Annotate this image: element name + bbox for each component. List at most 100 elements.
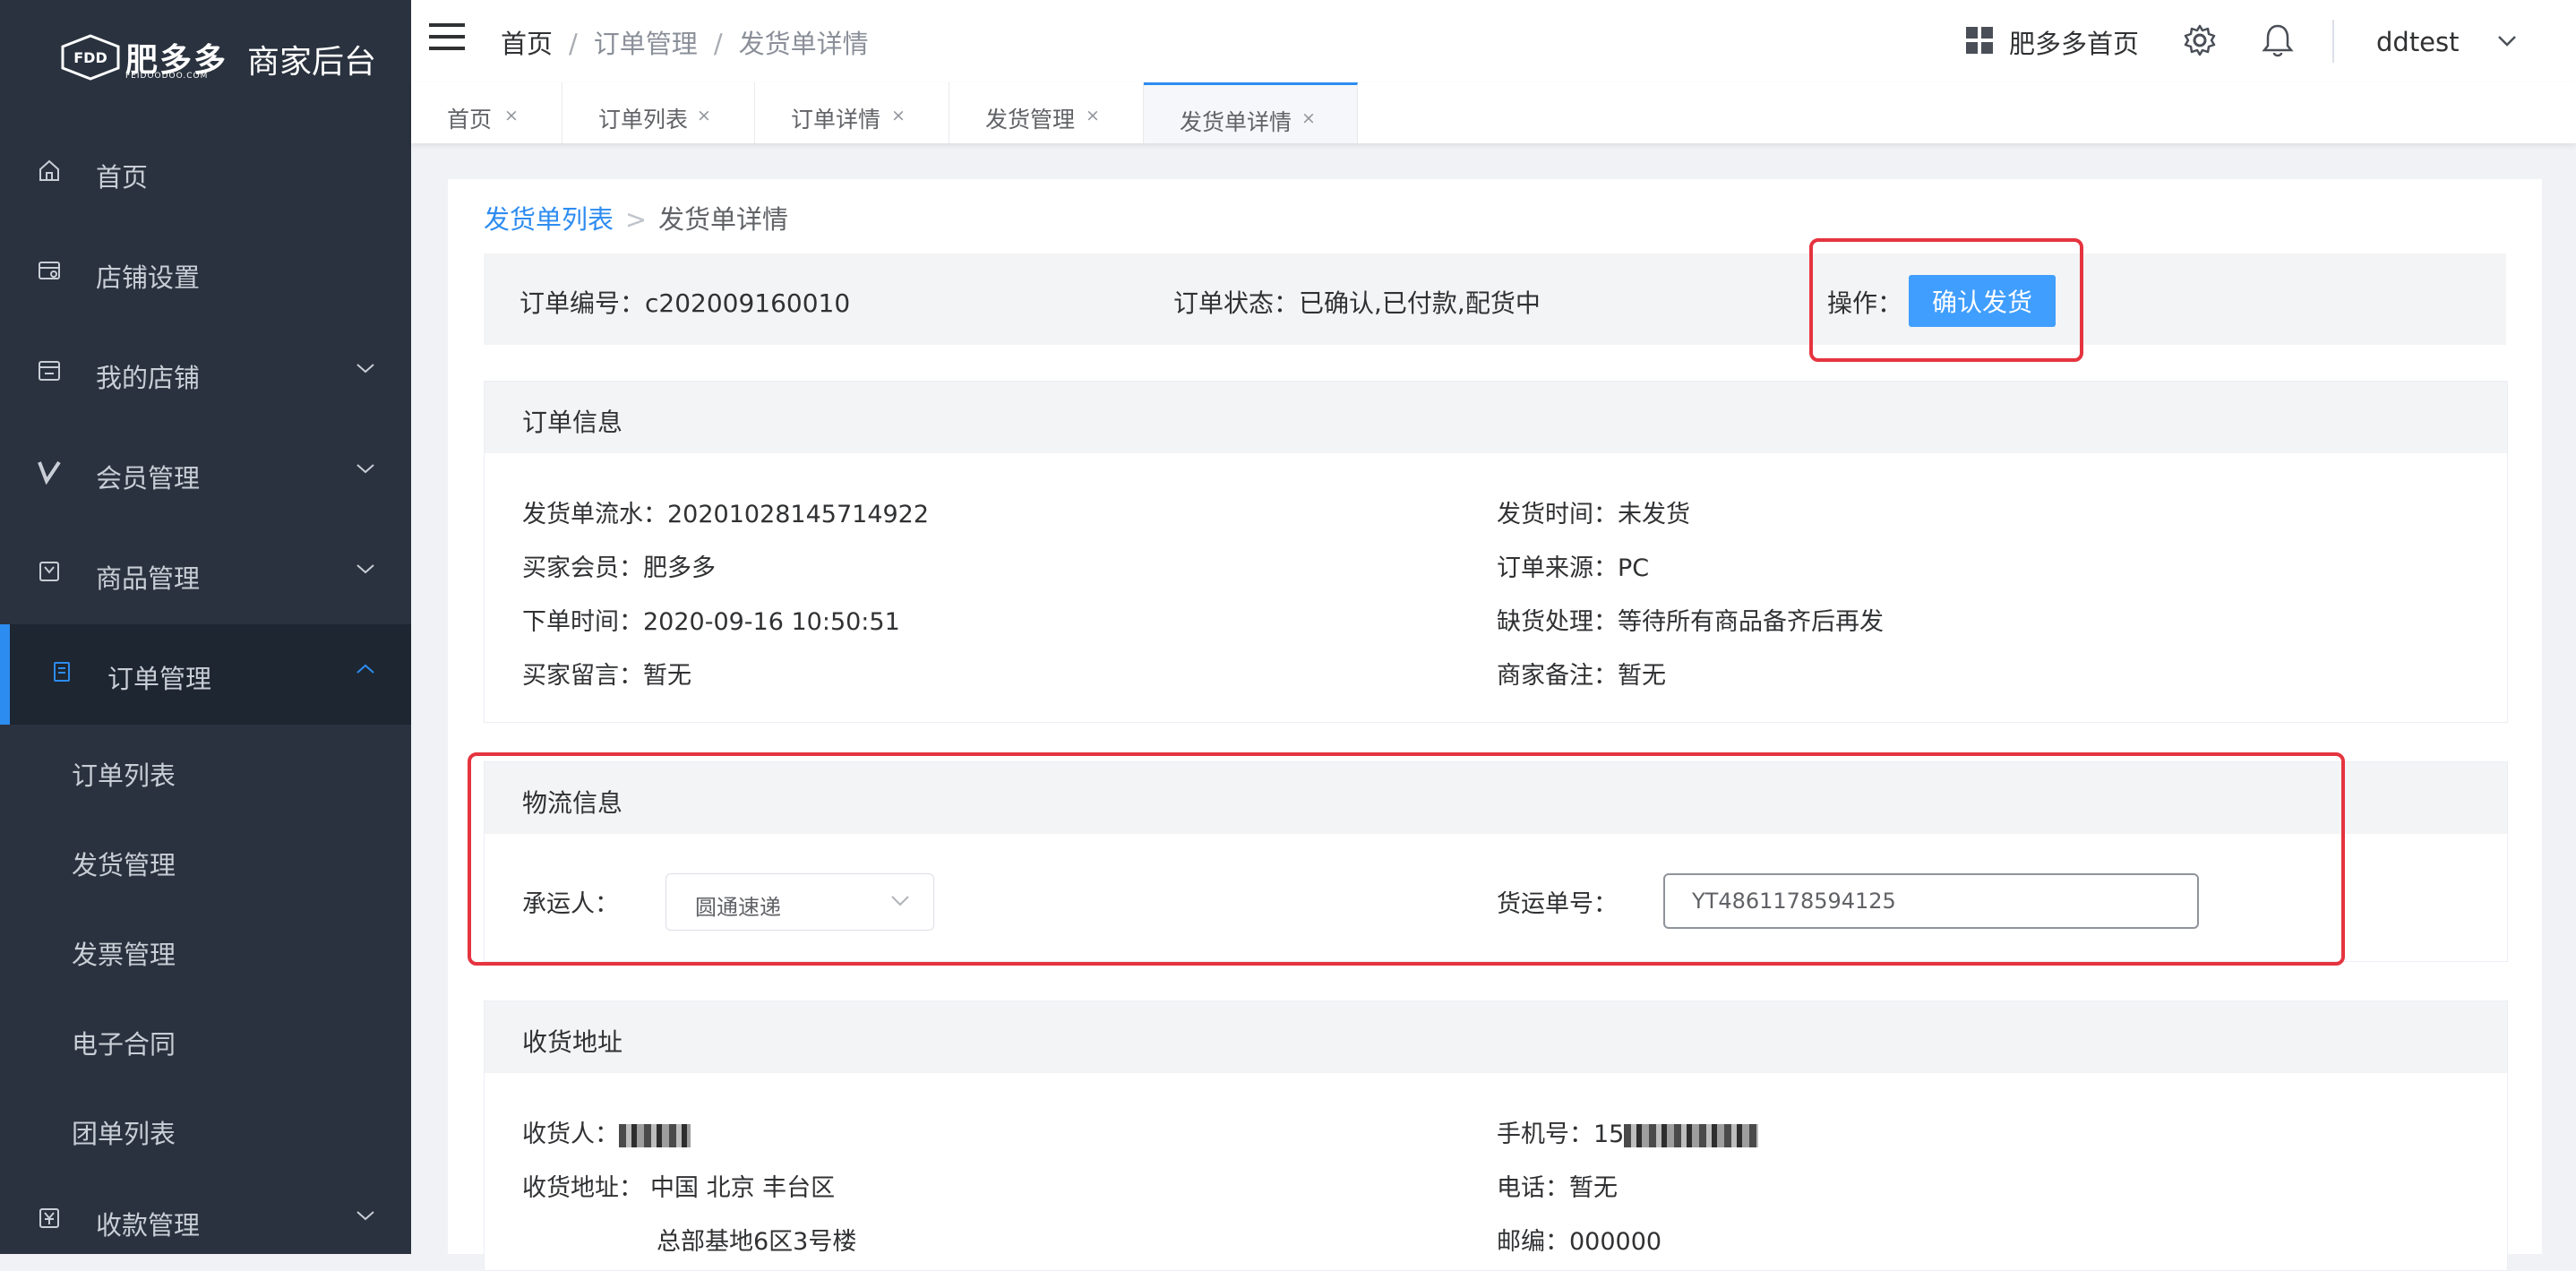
tab-shipping[interactable]: 发货管理 × <box>949 82 1144 143</box>
order-number: 订单编号：c202009160010 <box>519 288 851 318</box>
home-icon <box>39 159 59 181</box>
chevron-down-icon <box>356 1211 374 1221</box>
card-header: 收货地址 <box>485 1001 2507 1073</box>
logo-mark-icon: FDD <box>61 34 120 81</box>
field-merchant-note: 商家备注：暂无 <box>1497 662 1666 690</box>
logo[interactable]: FDD 肥多多 FEIDOODOO.COM 商家后台 <box>0 0 411 116</box>
crumb-current: 发货单详情 <box>658 204 789 235</box>
field-phone: 电话：暂无 <box>1497 1174 1618 1202</box>
tab-order-list[interactable]: 订单列表 × <box>562 82 755 143</box>
active-indicator <box>0 624 10 725</box>
sidebar-item-label: 店铺设置 <box>96 262 201 293</box>
sidebar-item-payments[interactable]: 收款管理 <box>0 1171 411 1271</box>
sidebar-subitem-invoice[interactable]: 发票管理 <box>0 904 411 993</box>
store-icon <box>39 262 60 279</box>
sidebar-item-label: 商品管理 <box>96 563 201 594</box>
address-card: 收货地址 收货人： 手机号：15 收货地址： 中国 北京 丰台区 电话：暂无 总部… <box>484 1000 2508 1271</box>
field-buyer: 买家会员：肥多多 <box>522 554 716 582</box>
field-buyer-message: 买家留言：暂无 <box>522 662 691 690</box>
tab-label: 订单详情 <box>791 107 881 133</box>
card-header: 订单信息 <box>485 382 2507 453</box>
sidebar-subitem-label: 订单列表 <box>72 760 176 791</box>
close-icon[interactable]: × <box>1301 108 1316 128</box>
field-shipment-serial: 发货单流水：20201028145714922 <box>522 501 930 528</box>
sidebar-subitem-order-list[interactable]: 订单列表 <box>0 725 411 814</box>
field-ship-time: 发货时间：未发货 <box>1497 501 1690 528</box>
sidebar-item-label: 首页 <box>96 162 149 193</box>
card-title: 订单信息 <box>522 408 623 437</box>
sidebar-subitem-group-orders[interactable]: 团单列表 <box>0 1083 411 1172</box>
sidebar-item-my-shop[interactable]: 我的店铺 <box>0 323 411 424</box>
chevron-right-icon: > <box>624 204 648 235</box>
top-header: 首页 / 订单管理 / 发货单详情 肥多多首页 ddtest <box>411 0 2576 83</box>
sidebar-item-store-settings[interactable]: 店铺设置 <box>0 223 411 323</box>
close-icon[interactable]: × <box>1086 106 1100 125</box>
highlight-box-action <box>1809 238 2083 362</box>
order-status: 订单状态：已确认,已付款,配货中 <box>1173 288 1541 318</box>
close-icon[interactable]: × <box>891 106 906 125</box>
sidebar-item-home[interactable]: 首页 <box>0 123 411 223</box>
svg-text:FDD: FDD <box>73 49 107 66</box>
highlight-box-logistics <box>468 752 2345 966</box>
sidebar-item-orders[interactable]: 订单管理 <box>0 624 411 725</box>
close-icon[interactable]: × <box>504 106 519 125</box>
chevron-up-icon <box>356 664 374 674</box>
sidebar-subitem-label: 电子合同 <box>72 1029 176 1060</box>
grid-icon[interactable] <box>1966 27 1993 54</box>
field-mobile: 手机号：15 <box>1497 1114 1759 1149</box>
header-actions: 肥多多首页 ddtest <box>411 0 2576 82</box>
site-home-link[interactable]: 肥多多首页 <box>2009 23 2139 61</box>
user-menu[interactable]: ddtest <box>2376 27 2460 57</box>
close-icon[interactable]: × <box>697 106 711 125</box>
tab-order-detail[interactable]: 订单详情 × <box>755 82 949 143</box>
field-order-source: 订单来源：PC <box>1497 554 1650 582</box>
tab-label: 发货单详情 <box>1180 109 1292 135</box>
redacted-mobile <box>1624 1123 1759 1147</box>
sidebar: FDD 肥多多 FEIDOODOO.COM 商家后台 首页 店铺设置 我的店铺 … <box>0 0 411 1254</box>
tab-label: 订单列表 <box>598 107 689 133</box>
sidebar-subitem-label: 发货管理 <box>72 850 176 880</box>
sidebar-subitem-label: 发票管理 <box>72 940 176 970</box>
sidebar-subitem-contract[interactable]: 电子合同 <box>0 993 411 1083</box>
order-status-bar: 订单编号：c202009160010 订单状态：已确认,已付款,配货中 操作： … <box>484 253 2506 345</box>
field-receiver: 收货人： <box>522 1114 691 1149</box>
goods-icon <box>39 562 59 581</box>
tab-label: 发货管理 <box>985 107 1076 133</box>
app-title: 商家后台 <box>247 44 377 81</box>
card-title: 收货地址 <box>522 1027 623 1057</box>
sidebar-subitem-label: 团单列表 <box>72 1119 176 1149</box>
chevron-down-icon <box>356 564 374 574</box>
crumb-shipment-list[interactable]: 发货单列表 <box>484 204 614 235</box>
field-order-time: 下单时间：2020-09-16 10:50:51 <box>522 608 900 636</box>
header-divider <box>2332 20 2334 63</box>
sidebar-item-label: 会员管理 <box>96 463 201 494</box>
bell-icon[interactable] <box>2262 23 2294 57</box>
chevron-down-icon <box>356 464 374 474</box>
redacted-receiver <box>619 1123 691 1147</box>
chevron-down-icon <box>356 364 374 374</box>
tab-bar: 首页 × 订单列表 × 订单详情 × 发货管理 × 发货单详情 × <box>411 82 2576 143</box>
tab-home[interactable]: 首页 × <box>411 82 562 143</box>
sidebar-item-label: 收款管理 <box>96 1210 201 1241</box>
main-content: 发货单列表 > 发货单详情 订单编号：c202009160010 订单状态：已确认,… <box>448 179 2542 1271</box>
sidebar-item-label: 我的店铺 <box>96 363 201 393</box>
chevron-down-icon[interactable] <box>2496 34 2518 48</box>
order-icon <box>54 662 70 682</box>
shop-icon <box>39 361 60 381</box>
tab-shipment-detail[interactable]: 发货单详情 × <box>1144 82 1358 143</box>
page-breadcrumb: 发货单列表 > 发货单详情 <box>484 199 788 236</box>
field-address: 收货地址： 中国 北京 丰台区 <box>522 1174 836 1202</box>
sidebar-item-goods[interactable]: 商品管理 <box>0 524 411 624</box>
field-address-line2: 总部基地6区3号楼 <box>657 1228 857 1256</box>
sidebar-subitem-shipping[interactable]: 发货管理 <box>0 814 411 904</box>
field-zip: 邮编：000000 <box>1497 1228 1662 1256</box>
order-info-card: 订单信息 发货单流水：20201028145714922 发货时间：未发货 买家… <box>484 381 2508 723</box>
logo-subtext: FEIDOODOO.COM <box>125 72 209 81</box>
tab-label: 首页 <box>447 107 493 133</box>
sidebar-item-label: 订单管理 <box>107 664 212 694</box>
payment-icon <box>39 1208 59 1228</box>
sidebar-item-members[interactable]: 会员管理 <box>0 424 411 524</box>
gear-icon[interactable] <box>2183 23 2217 57</box>
vip-icon <box>38 460 61 485</box>
field-stockout-handling: 缺货处理：等待所有商品备齐后再发 <box>1497 608 1884 636</box>
